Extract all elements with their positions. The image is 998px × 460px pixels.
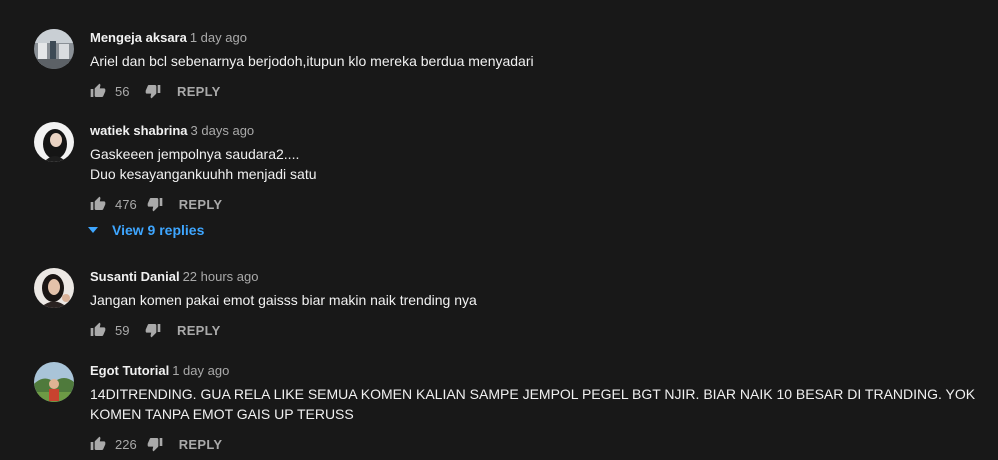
thumbs-down-icon[interactable]	[145, 83, 161, 99]
avatar[interactable]	[34, 29, 74, 69]
thumbs-down-icon[interactable]	[147, 436, 163, 452]
comment-line: 14DITRENDING. GUA RELA LIKE SEMUA KOMEN …	[90, 386, 976, 422]
author-name[interactable]: Egot Tutorial	[90, 363, 169, 378]
comment-line: Jangan komen pakai emot gaisss biar maki…	[90, 292, 477, 308]
thumbs-up-icon[interactable]	[90, 83, 106, 99]
comment-header: Egot Tutorial 1 day ago	[90, 362, 980, 380]
comment-text: 14DITRENDING. GUA RELA LIKE SEMUA KOMEN …	[90, 384, 980, 424]
comment-text: Ariel dan bcl sebenarnya berjodoh,itupun…	[90, 51, 980, 71]
comment-header: Susanti Danial 22 hours ago	[90, 268, 980, 286]
like-count: 56	[115, 83, 130, 99]
avatar-photo-icon	[34, 362, 74, 402]
like-count: 476	[115, 196, 137, 212]
avatar-photo-icon	[34, 122, 74, 162]
like-count: 59	[115, 322, 130, 338]
author-name[interactable]: watiek shabrina	[90, 123, 188, 138]
reply-button[interactable]: REPLY	[179, 197, 223, 212]
thumbs-down-icon[interactable]	[145, 322, 161, 338]
view-replies-button[interactable]: View 9 replies	[88, 222, 204, 238]
avatar[interactable]	[34, 362, 74, 402]
reply-button[interactable]: REPLY	[177, 84, 221, 99]
thumbs-up-icon[interactable]	[90, 196, 106, 212]
avatar-photo-icon	[34, 29, 74, 69]
avatar-photo-icon	[34, 268, 74, 308]
comment-line: Ariel dan bcl sebenarnya berjodoh,itupun…	[90, 53, 534, 69]
thumbs-up-icon[interactable]	[90, 436, 106, 452]
caret-down-icon	[88, 225, 98, 235]
avatar[interactable]	[34, 268, 74, 308]
author-name[interactable]: Mengeja aksara	[90, 30, 187, 45]
comment-actions: 226 REPLY	[90, 434, 222, 454]
reply-button[interactable]: REPLY	[179, 437, 223, 452]
comment-header: watiek shabrina 3 days ago	[90, 122, 980, 140]
reply-button[interactable]: REPLY	[177, 323, 221, 338]
comment-time[interactable]: 1 day ago	[172, 363, 229, 378]
author-name[interactable]: Susanti Danial	[90, 269, 180, 284]
like-count: 226	[115, 436, 137, 452]
avatar[interactable]	[34, 122, 74, 162]
comment-header: Mengeja aksara 1 day ago	[90, 29, 980, 47]
comment-text: Gaskeeen jempolnya saudara2.... Duo kesa…	[90, 144, 980, 184]
thumbs-up-icon[interactable]	[90, 322, 106, 338]
comment-time[interactable]: 22 hours ago	[183, 269, 259, 284]
comment-line: Duo kesayangankuuhh menjadi satu	[90, 166, 317, 182]
comment-text: Jangan komen pakai emot gaisss biar maki…	[90, 290, 980, 310]
thumbs-down-icon[interactable]	[147, 196, 163, 212]
comment-time[interactable]: 3 days ago	[191, 123, 255, 138]
comment-line: Gaskeeen jempolnya saudara2....	[90, 146, 300, 162]
comment-actions: 476 REPLY	[90, 194, 222, 214]
comment-time[interactable]: 1 day ago	[190, 30, 247, 45]
view-replies-label: View 9 replies	[112, 222, 205, 238]
comment-actions: 59 REPLY	[90, 320, 221, 340]
comment-actions: 56 REPLY	[90, 81, 221, 101]
